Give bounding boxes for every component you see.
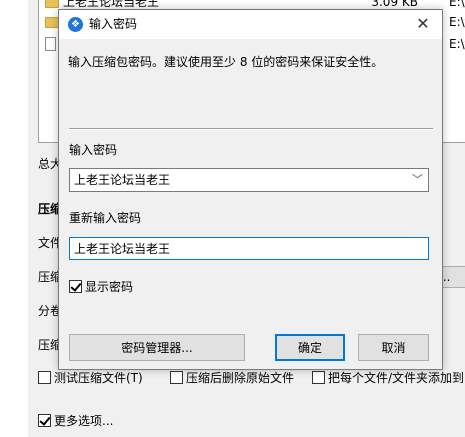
folder-icon <box>45 0 59 8</box>
chevron-down-icon[interactable]: ﹀ <box>412 173 423 187</box>
delete-after-checkbox[interactable]: 压缩后删除原始文件 <box>170 370 294 386</box>
file-path: E:\f <box>449 15 465 29</box>
ok-button[interactable]: 确定 <box>275 334 345 361</box>
document-icon <box>45 37 56 51</box>
checkbox-box[interactable] <box>38 414 51 427</box>
file-path: E:\f <box>449 0 465 9</box>
checkbox-label: 把每个文件/文件夹添加到 <box>328 371 465 385</box>
info-text: 输入压缩包密码。建议使用至少 8 位的密码来保证安全性。 <box>68 55 384 69</box>
checkbox-label: 压缩后删除原始文件 <box>186 371 295 385</box>
show-password-checkbox[interactable]: 显示密码 <box>69 278 133 295</box>
confirm-password-label: 重新输入密码 <box>69 211 142 225</box>
checkbox-box[interactable] <box>170 371 183 384</box>
split-volume-label: 分卷 <box>38 304 58 318</box>
compression-section-label: 压缩 <box>38 202 58 216</box>
file-name: 上老王论坛当老王 <box>63 0 160 9</box>
background-left-panel <box>0 0 28 437</box>
compression-label: 压缩 <box>38 270 58 284</box>
show-password-label: 显示密码 <box>85 280 134 294</box>
divider <box>69 128 433 130</box>
confirm-password-input[interactable] <box>69 237 429 260</box>
file-path: E:\f <box>449 37 465 51</box>
more-options-checkbox[interactable]: 更多选项... <box>38 413 113 429</box>
checkbox-label: 测试压缩文件(T) <box>54 371 143 385</box>
compression-option-label: 压缩 <box>38 338 58 352</box>
dialog-title: 输入密码 <box>89 17 138 31</box>
password-label: 输入密码 <box>69 143 118 157</box>
password-combobox[interactable]: 上老王论坛当老王 ﹀ <box>69 168 429 192</box>
cancel-button[interactable]: 取消 <box>358 334 429 361</box>
password-dialog: ❖ 输入密码 ✕ 输入压缩包密码。建议使用至少 8 位的密码来保证安全性。 输入… <box>58 9 443 370</box>
checkbox-box[interactable] <box>312 371 325 384</box>
add-each-file-checkbox[interactable]: 把每个文件/文件夹添加到 <box>312 370 465 386</box>
checkbox-box[interactable] <box>69 280 82 293</box>
total-size-label: 总大 <box>38 157 58 171</box>
checkbox-box[interactable] <box>38 371 51 384</box>
file-label: 文件 <box>38 236 58 250</box>
password-manager-button[interactable]: 密码管理器... <box>69 334 245 361</box>
dialog-titlebar[interactable]: ❖ 输入密码 ✕ <box>59 10 442 39</box>
test-archive-checkbox[interactable]: 测试压缩文件(T) <box>38 370 143 386</box>
folder-icon <box>45 17 59 28</box>
app-logo-icon: ❖ <box>68 17 83 32</box>
password-value: 上老王论坛当老王 <box>74 173 171 187</box>
checkbox-label: 更多选项... <box>54 414 114 428</box>
close-button[interactable]: ✕ <box>412 14 434 34</box>
